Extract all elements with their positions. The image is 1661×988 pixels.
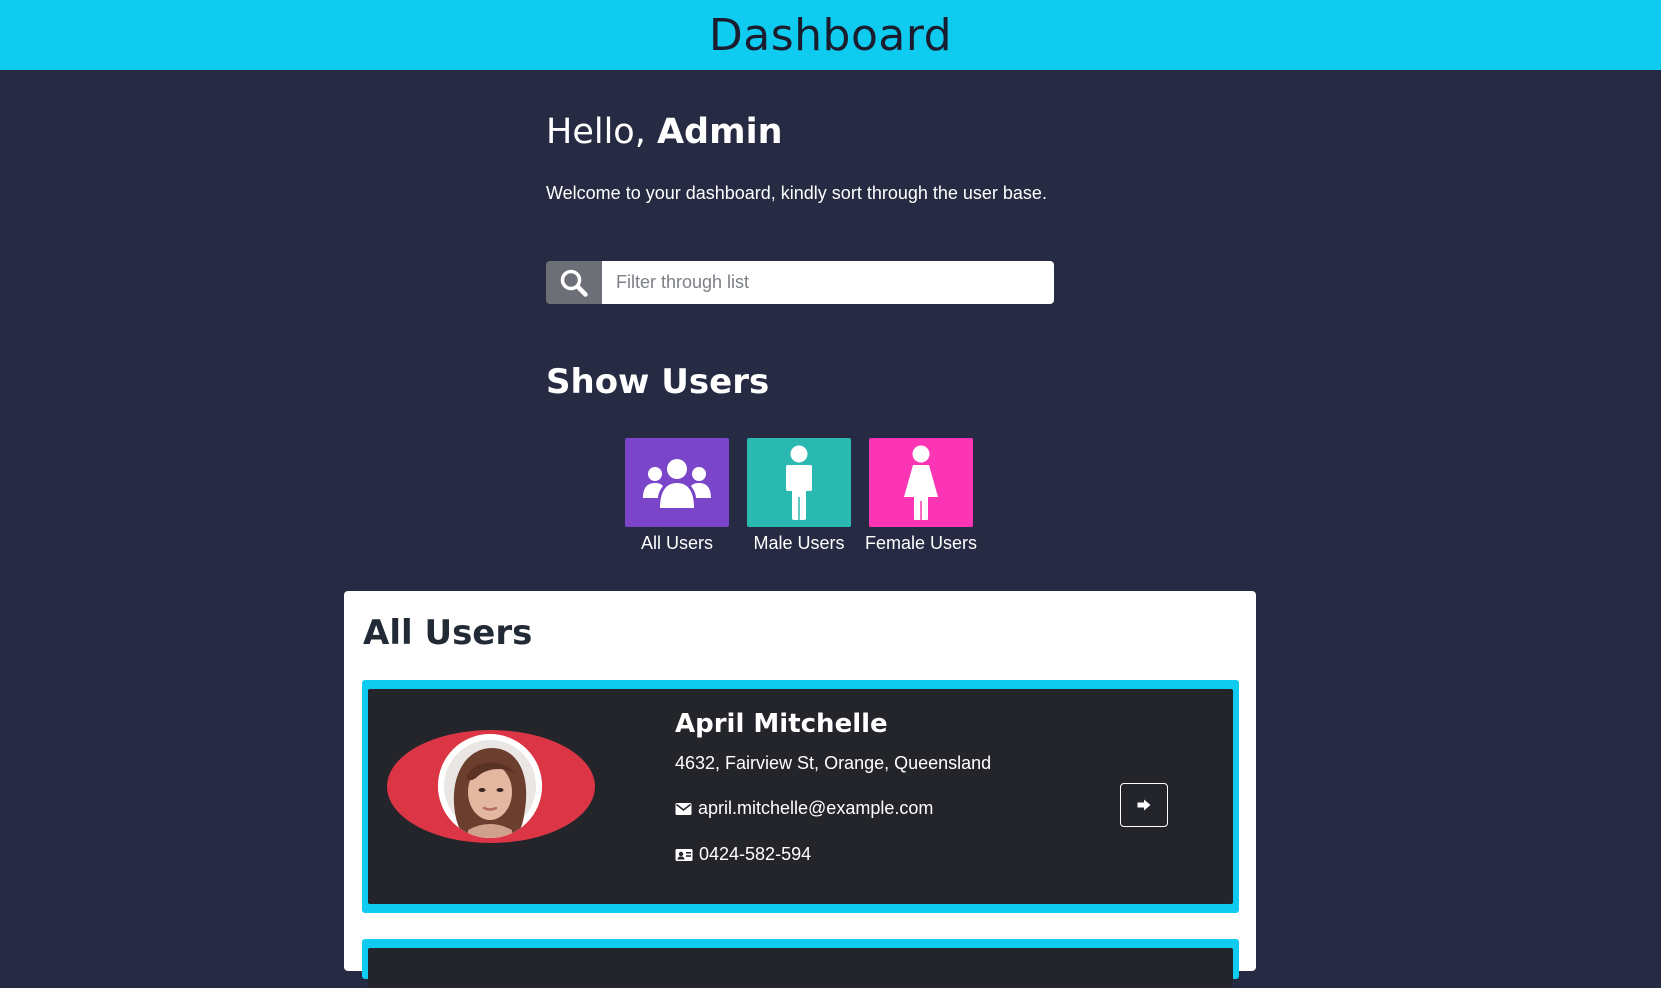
greeting-prefix: Hello, bbox=[546, 112, 657, 152]
user-phone-row: 0424-582-594 bbox=[675, 844, 811, 865]
page-title: Dashboard bbox=[708, 9, 953, 61]
users-list-title: All Users bbox=[363, 613, 533, 653]
user-card-body: April Mitchelle 4632, Fairview St, Orang… bbox=[368, 689, 1233, 904]
male-users-filter-button[interactable]: Male Users bbox=[747, 438, 851, 554]
user-address: 4632, Fairview St, Orange, Queensland bbox=[675, 753, 992, 773]
male-icon bbox=[786, 445, 812, 520]
user-phone: 0424-582-594 bbox=[699, 844, 812, 864]
search-icon[interactable] bbox=[546, 261, 602, 304]
male-users-label: Male Users bbox=[753, 533, 845, 553]
user-card-next-body bbox=[368, 948, 1233, 988]
envelope-icon bbox=[675, 802, 692, 815]
show-users-title: Show Users bbox=[546, 362, 770, 402]
user-card-next bbox=[362, 939, 1239, 988]
user-filters: All Users Male Users Female Users bbox=[625, 438, 977, 554]
all-users-label: All Users bbox=[640, 533, 713, 553]
all-users-tile[interactable] bbox=[625, 438, 729, 527]
top-bar: Dashboard bbox=[0, 0, 1661, 70]
search-bar bbox=[546, 261, 1054, 304]
greeting: Hello, Admin bbox=[546, 112, 783, 152]
greeting-name: Admin bbox=[656, 112, 783, 152]
users-panel: All Users April Mitchelle 4632, Fairview bbox=[344, 591, 1256, 988]
avatar bbox=[438, 734, 542, 838]
arrow-right-icon bbox=[1137, 799, 1151, 811]
search-input[interactable] bbox=[602, 261, 1054, 304]
female-users-filter-button[interactable]: Female Users bbox=[865, 438, 977, 554]
female-users-label: Female Users bbox=[864, 533, 978, 553]
view-user-button[interactable] bbox=[1120, 783, 1168, 827]
female-users-tile[interactable] bbox=[869, 438, 973, 527]
male-users-tile[interactable] bbox=[747, 438, 851, 527]
users-group-icon bbox=[643, 458, 711, 508]
female-icon bbox=[904, 445, 938, 520]
user-name: April Mitchelle bbox=[675, 709, 888, 739]
all-users-filter-button[interactable]: All Users bbox=[625, 438, 729, 554]
user-email: april.mitchelle@example.com bbox=[698, 798, 934, 818]
contact-card-icon bbox=[675, 848, 693, 861]
welcome-text: Welcome to your dashboard, kindly sort t… bbox=[546, 183, 1047, 203]
user-card: April Mitchelle 4632, Fairview St, Orang… bbox=[362, 680, 1239, 913]
user-email-row: april.mitchelle@example.com bbox=[675, 798, 933, 819]
